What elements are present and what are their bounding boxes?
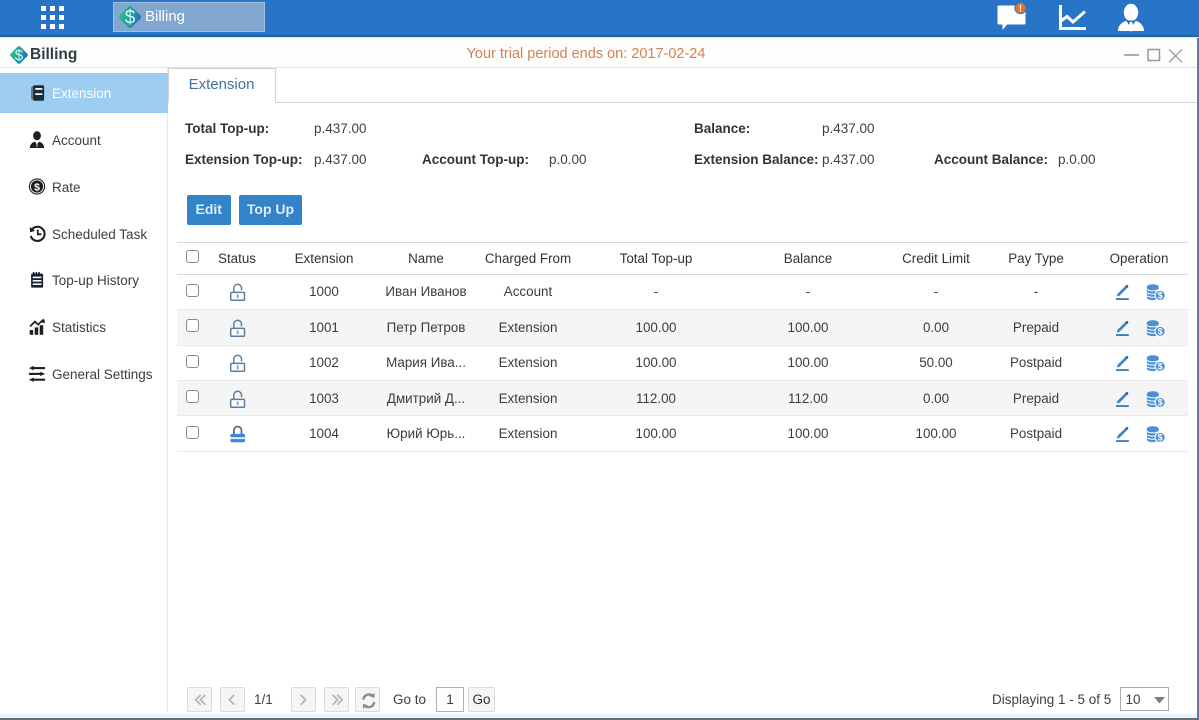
svg-text:$: $ bbox=[125, 8, 136, 29]
svg-text:!: ! bbox=[1019, 4, 1022, 15]
